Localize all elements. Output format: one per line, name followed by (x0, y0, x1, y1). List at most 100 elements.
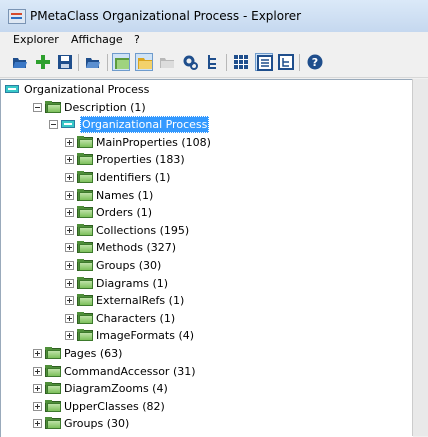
tree-node[interactable]: Orders (1) (1, 204, 411, 221)
menu-bar: Explorer Affichage ? (0, 32, 428, 49)
settings-icon[interactable] (181, 53, 199, 71)
details-view-icon[interactable] (255, 53, 273, 71)
tree-node[interactable]: DiagramZooms (4) (1, 380, 411, 397)
tree-node[interactable]: Methods (327) (1, 239, 411, 256)
vertical-scrollbar[interactable] (412, 79, 428, 436)
tree-node[interactable]: Pages (63) (1, 345, 411, 362)
tree-node[interactable]: CommandAccessor (31) (1, 363, 411, 380)
tree-node-label: UpperClasses (82) (64, 399, 165, 413)
tree-node[interactable]: Names (1) (1, 187, 411, 204)
title-bar: PMetaClass Organizational Process - Expl… (0, 0, 428, 33)
tree-node[interactable]: Organizational Process (1, 116, 411, 134)
tree-node-label: Orders (1) (96, 206, 153, 220)
open-folder-icon[interactable] (11, 53, 29, 71)
tree-node-label: Characters (1) (96, 311, 176, 325)
expand-icon[interactable] (65, 313, 74, 323)
tree-node[interactable]: Characters (1) (1, 310, 411, 327)
folder-icon (45, 382, 61, 395)
folder-icon[interactable] (158, 53, 176, 71)
expand-icon[interactable] (65, 208, 74, 218)
view-large-icons-icon[interactable] (112, 53, 130, 71)
tree-node-label: CommandAccessor (31) (64, 364, 196, 378)
folder-icon (77, 276, 93, 289)
tree-view-icon[interactable] (277, 53, 295, 71)
save-icon[interactable] (56, 53, 74, 71)
window-title: PMetaClass Organizational Process - Expl… (30, 9, 302, 23)
folder-icon (77, 241, 93, 254)
metaclass-icon (61, 120, 75, 129)
tree-node[interactable]: Groups (30) (1, 415, 411, 432)
tree-node-label: Collections (195) (96, 223, 190, 237)
folder-icon (77, 294, 93, 307)
expand-icon[interactable] (65, 173, 74, 182)
hierarchy-icon[interactable] (204, 53, 222, 71)
expand-icon[interactable] (65, 243, 74, 253)
tree-node-label: Description (1) (64, 100, 146, 114)
folder-icon (45, 417, 61, 430)
tree-node-label: ExternalRefs (1) (96, 294, 185, 308)
folder-icon (77, 135, 93, 148)
tree-node-label: Organizational Process (24, 83, 150, 96)
tree-node-label: ImageFormats (4) (96, 329, 195, 343)
metaclass-icon (5, 85, 19, 93)
tree-node[interactable]: ImageFormats (4) (1, 327, 411, 344)
expand-icon[interactable] (33, 366, 42, 376)
expand-icon[interactable] (33, 349, 42, 358)
tree-node[interactable]: Identifiers (1) (1, 169, 411, 186)
toolbar-separator (107, 54, 108, 71)
toolbar-separator (226, 54, 227, 71)
tree-node-label: Pages (63) (64, 347, 123, 360)
folder-icon (45, 347, 61, 359)
tree-node-label: DiagramZooms (4) (64, 382, 168, 396)
tree-node[interactable]: Collections (195) (1, 222, 411, 239)
grid-view-icon[interactable] (232, 53, 250, 71)
tree-node[interactable]: Groups (30) (1, 257, 411, 274)
expand-icon[interactable] (65, 278, 74, 288)
expand-icon[interactable] (33, 419, 42, 429)
tree-node-label: Groups (30) (64, 417, 130, 431)
folder-icon (77, 188, 93, 201)
expand-icon[interactable] (65, 331, 74, 341)
tree-view[interactable]: Organizational Process Description (1) Org… (0, 79, 413, 437)
folder-icon (77, 223, 93, 236)
menu-help[interactable]: ? (134, 33, 140, 46)
app-icon (8, 9, 26, 24)
tree-node[interactable]: ExternalRefs (1) (1, 292, 411, 309)
folder-icon (45, 399, 61, 412)
expand-icon[interactable] (65, 296, 74, 306)
help-icon[interactable]: ? (306, 53, 324, 71)
collapse-icon[interactable] (49, 120, 58, 130)
expand-icon[interactable] (65, 225, 74, 235)
expand-icon[interactable] (65, 137, 74, 147)
tree-node[interactable]: Diagrams (1) (1, 275, 411, 292)
add-icon[interactable] (34, 53, 52, 71)
menu-affichage[interactable]: Affichage (71, 33, 123, 46)
folder-icon (77, 206, 93, 219)
tree-node[interactable]: MainProperties (108) (1, 134, 411, 151)
folder-icon (77, 153, 93, 166)
folder-icon (77, 171, 93, 183)
expand-icon[interactable] (33, 401, 42, 411)
expand-icon[interactable] (65, 155, 74, 165)
tree-node[interactable]: Properties (183) (1, 151, 411, 168)
toolbar-separator (299, 54, 300, 71)
collapse-icon[interactable] (33, 102, 42, 112)
folder-icon (77, 329, 93, 342)
folder-icon (45, 364, 61, 377)
toolbar: ? (0, 50, 428, 78)
folder-icon (77, 259, 93, 271)
tree-node[interactable]: UpperClasses (82) (1, 398, 411, 415)
menu-explorer[interactable]: Explorer (13, 33, 59, 46)
open-file-icon[interactable] (84, 53, 102, 71)
expand-icon[interactable] (33, 384, 42, 394)
folder-icon (45, 100, 61, 113)
tree-node-label: MainProperties (108) (96, 135, 211, 149)
tree-node[interactable]: Description (1) (1, 99, 411, 116)
expand-icon[interactable] (65, 190, 74, 200)
svg-text:?: ? (312, 56, 318, 69)
folder-icon (77, 311, 93, 324)
tree-node[interactable]: Organizational Process (1, 81, 411, 98)
view-folder-icon[interactable] (135, 53, 153, 71)
tree-node-label: Names (1) (96, 188, 154, 202)
expand-icon[interactable] (65, 261, 74, 270)
